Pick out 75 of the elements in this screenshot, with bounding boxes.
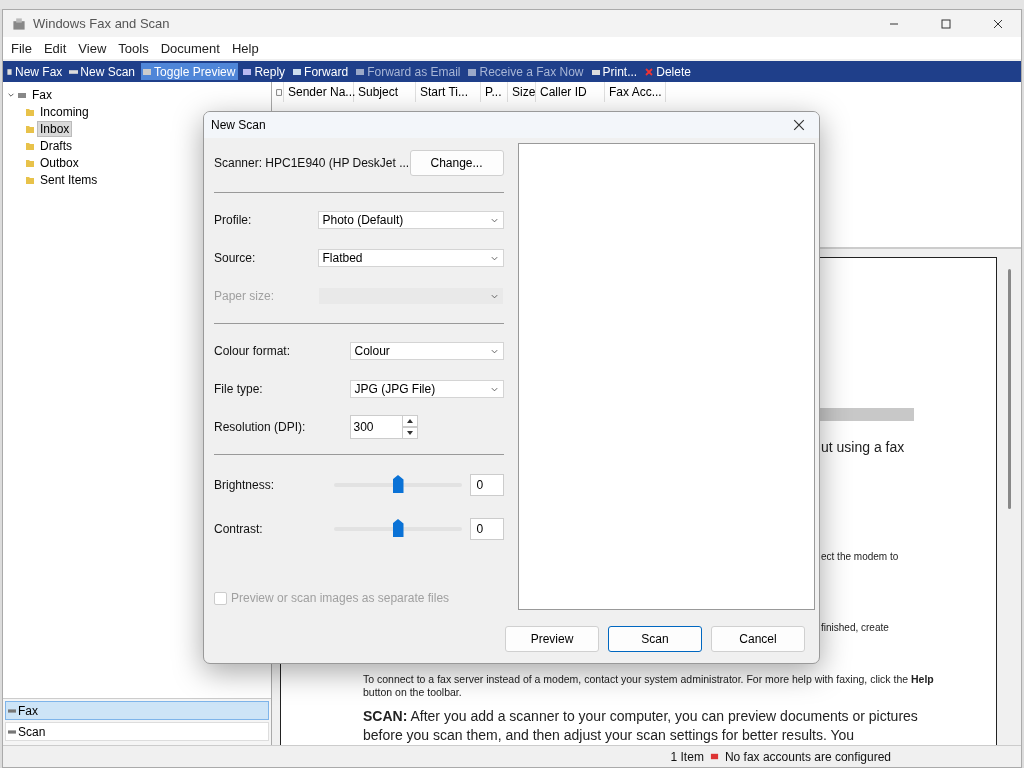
value-field[interactable]: 0 (469, 518, 504, 540)
device-icon (8, 727, 16, 736)
checkbox-label: Preview or scan images as separate files (231, 591, 450, 605)
document-text: ect the modem to (821, 551, 899, 562)
close-icon (793, 119, 805, 131)
slider-thumb[interactable] (392, 519, 404, 537)
menu-item[interactable]: Help (225, 40, 265, 56)
folder-icon (25, 123, 35, 134)
toolbar-button[interactable]: Print... (589, 63, 641, 80)
column-header[interactable]: P... (481, 82, 508, 102)
change-button[interactable]: Change... (409, 150, 504, 176)
column-header[interactable]: Size (508, 82, 536, 102)
dialog-title: New Scan (211, 118, 267, 132)
delete-icon (644, 66, 655, 77)
document-text: finished, create (821, 622, 889, 633)
close-icon (993, 18, 1003, 29)
dropdown[interactable]: JPG (JPG File) (349, 380, 504, 398)
column-header[interactable]: Sender Na... (284, 82, 354, 102)
checkbox-icon (276, 87, 283, 97)
nav-item[interactable]: Scan (5, 722, 269, 741)
preview-icon (142, 66, 153, 77)
menu-item[interactable]: File (5, 40, 38, 56)
slider-thumb[interactable] (392, 475, 404, 493)
scrollbar-thumb[interactable] (1007, 269, 1011, 509)
menu-item[interactable]: Tools (112, 40, 155, 56)
field-label: File type: (214, 382, 263, 396)
tree-item[interactable]: Outbox (37, 154, 82, 171)
folder-icon (25, 174, 35, 185)
field-label: Paper size: (214, 289, 275, 303)
toolbar-button[interactable]: Forward (291, 63, 352, 80)
field-label: Resolution (DPI): (214, 420, 306, 434)
field-label: Profile: (214, 213, 252, 227)
tree-item[interactable]: Fax (29, 86, 55, 103)
folder-icon (25, 140, 35, 151)
folder-icon (25, 106, 35, 117)
status-text: 1 Item (670, 749, 704, 764)
tree-item[interactable]: Inbox (37, 120, 73, 137)
column-header[interactable]: Start Ti... (416, 82, 481, 102)
menu-item[interactable]: Document (154, 40, 226, 56)
toolbar-button[interactable]: Delete (643, 63, 694, 80)
document-paragraph: To connect to a fax server instead of a modem, contact your system administrator. For more help with faxing, click the Help button on the toolbar. (363, 673, 935, 699)
dialog-button[interactable]: Preview (505, 626, 599, 652)
document-paragraph: SCAN: After you add a scanner to your computer, you can preview documents or pictures before you scan them, and then adjust your scan settings for better results. You (363, 707, 919, 745)
field-label: Brightness: (214, 478, 275, 492)
field-label: Source: (214, 251, 256, 265)
window-title: Windows Fax and Scan (33, 16, 171, 31)
toolbar-button[interactable]: New Scan (68, 63, 139, 80)
dropdown[interactable]: Colour (349, 342, 504, 360)
nav-item[interactable]: Fax (5, 701, 269, 720)
toolbar-button[interactable]: Reply (241, 63, 289, 80)
resolution-field[interactable]: 300 (349, 415, 403, 439)
device-icon (8, 706, 16, 715)
document-text: ut using a fax (821, 439, 905, 455)
dropdown[interactable]: Photo (Default) (317, 211, 504, 229)
column-header[interactable]: Caller ID (536, 82, 605, 102)
scanner-name: Scanner: HPC1E940 (HP DeskJet ... (214, 156, 410, 170)
tree-item[interactable]: Sent Items (37, 171, 101, 188)
column-header[interactable]: Fax Acc... (605, 82, 666, 102)
menu-item[interactable]: View (72, 40, 113, 56)
dropdown[interactable]: Flatbed (317, 249, 504, 267)
dialog-button[interactable]: Scan (608, 626, 702, 652)
tree-item[interactable]: Incoming (37, 103, 92, 120)
value-field[interactable]: 0 (469, 474, 504, 496)
column-header[interactable]: Subject (354, 82, 416, 102)
page-icon (6, 66, 13, 77)
menu-item[interactable]: Edit (37, 40, 73, 56)
status-text: No fax accounts are configured (724, 749, 891, 764)
folder-icon (25, 157, 35, 168)
field-label: Contrast: (214, 522, 263, 536)
tree-item[interactable]: Drafts (37, 137, 75, 154)
toolbar-button[interactable]: Toggle Preview (141, 63, 239, 80)
maximize-icon (941, 18, 951, 29)
toolbar-button[interactable]: New Fax (5, 63, 66, 80)
field-label: Colour format: (214, 344, 291, 358)
dialog-button[interactable]: Cancel (711, 626, 805, 652)
